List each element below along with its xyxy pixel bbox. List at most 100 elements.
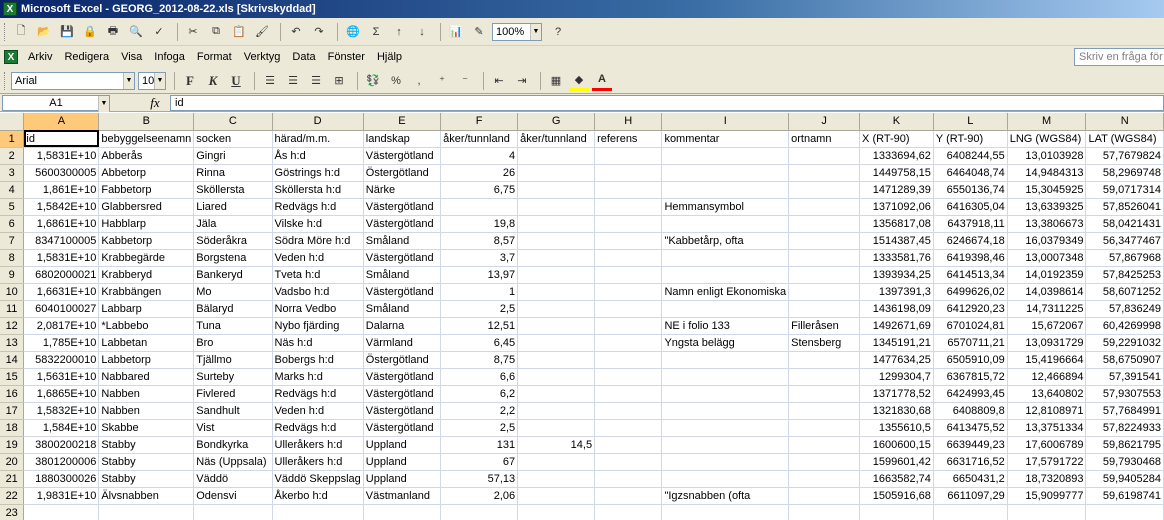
cell-m3[interactable]: 14,9484313 [1007, 164, 1087, 182]
cell-k4[interactable]: 1471289,39 [859, 181, 934, 199]
new-file-icon[interactable]: 🗋 [11, 22, 31, 42]
cell-j8[interactable] [788, 249, 861, 267]
cell-d19[interactable]: Ulleråkers h:d [272, 436, 364, 454]
cell-n8[interactable]: 57,867968 [1085, 249, 1164, 267]
cell-a22[interactable]: 1,9831E+10 [23, 487, 100, 505]
cell-a1[interactable]: id [23, 130, 100, 148]
cell-l7[interactable]: 6246674,18 [933, 232, 1008, 250]
cell-f6[interactable]: 19,8 [440, 215, 519, 233]
row-header[interactable]: 3 [0, 164, 25, 182]
cell-f2[interactable]: 4 [440, 147, 519, 165]
cell-g22[interactable] [517, 487, 596, 505]
cell-g19[interactable]: 14,5 [517, 436, 596, 454]
cell-i15[interactable] [661, 368, 790, 386]
cell-g12[interactable] [517, 317, 596, 335]
cell-l19[interactable]: 6639449,23 [933, 436, 1008, 454]
cell-g9[interactable] [517, 266, 596, 284]
cell-m7[interactable]: 16,0379349 [1007, 232, 1087, 250]
chevron-down-icon[interactable]: ▼ [530, 23, 541, 40]
cell-e19[interactable]: Uppland [363, 436, 442, 454]
drawing-icon[interactable]: ✎ [469, 22, 489, 42]
row-header[interactable]: 7 [0, 232, 25, 250]
cell-c21[interactable]: Väddö [193, 470, 273, 488]
cell-g8[interactable] [517, 249, 596, 267]
cell-j7[interactable] [788, 232, 861, 250]
cell-i13[interactable]: Yngsta belägg [661, 334, 790, 352]
cell-c2[interactable]: Gingri [193, 147, 273, 165]
cell-m16[interactable]: 13,640802 [1007, 385, 1087, 403]
cell-m4[interactable]: 15,3045925 [1007, 181, 1087, 199]
cell-h19[interactable] [594, 436, 663, 454]
fill-color-icon[interactable]: ◆ [569, 71, 589, 91]
cell-k1[interactable]: X (RT-90) [859, 130, 934, 148]
row-header[interactable]: 15 [0, 368, 25, 386]
select-all-corner[interactable] [0, 113, 25, 131]
cell-i12[interactable]: NE i folio 133 [661, 317, 790, 335]
cell-l5[interactable]: 6416305,04 [933, 198, 1008, 216]
cell-f22[interactable]: 2,06 [440, 487, 519, 505]
menu-verktyg[interactable]: Verktyg [238, 47, 287, 67]
cell-b9[interactable]: Krabberyd [98, 266, 195, 284]
help-icon[interactable]: ? [548, 22, 568, 42]
cell-e7[interactable]: Småland [363, 232, 442, 250]
cell-j3[interactable] [788, 164, 861, 182]
cell-e13[interactable]: Värmland [363, 334, 442, 352]
cell-e22[interactable]: Västmanland [363, 487, 442, 505]
cell-c13[interactable]: Bro [193, 334, 273, 352]
formula-input[interactable]: id [170, 94, 1164, 111]
cell-e11[interactable]: Småland [363, 300, 442, 318]
cell-j20[interactable] [788, 453, 861, 471]
cell-d4[interactable]: Sköllersta h:d [272, 181, 364, 199]
cell-m10[interactable]: 14,0398614 [1007, 283, 1087, 301]
cell-d6[interactable]: Vilske h:d [272, 215, 364, 233]
menu-data[interactable]: Data [286, 47, 321, 67]
cell-b10[interactable]: Krabbängen [98, 283, 195, 301]
cell-k7[interactable]: 1514387,45 [859, 232, 934, 250]
cell-j15[interactable] [788, 368, 861, 386]
cell-k17[interactable]: 1321830,68 [859, 402, 934, 420]
cell-l16[interactable]: 6424993,45 [933, 385, 1008, 403]
cell-c8[interactable]: Borgstena [193, 249, 273, 267]
cell-g14[interactable] [517, 351, 596, 369]
cell-k12[interactable]: 1492671,69 [859, 317, 934, 335]
redo-icon[interactable]: ↷ [309, 22, 329, 42]
column-header-f[interactable]: F [440, 113, 519, 131]
cell-m13[interactable]: 13,0931729 [1007, 334, 1087, 352]
row-header[interactable]: 18 [0, 419, 25, 437]
cell-k18[interactable]: 1355610,5 [859, 419, 934, 437]
cell-a10[interactable]: 1,6631E+10 [23, 283, 100, 301]
column-header-l[interactable]: L [933, 113, 1008, 131]
cell-m11[interactable]: 14,7311225 [1007, 300, 1087, 318]
row-header[interactable]: 2 [0, 147, 25, 165]
cell-a4[interactable]: 1,861E+10 [23, 181, 100, 199]
cell-a2[interactable]: 1,5831E+10 [23, 147, 100, 165]
cell-b3[interactable]: Abbetorp [98, 164, 195, 182]
cell-n2[interactable]: 57,7679824 [1085, 147, 1164, 165]
cell-h8[interactable] [594, 249, 663, 267]
row-header[interactable]: 8 [0, 249, 25, 267]
cell-k13[interactable]: 1345191,21 [859, 334, 934, 352]
column-header-e[interactable]: E [363, 113, 442, 131]
cell-h22[interactable] [594, 487, 663, 505]
cell-h18[interactable] [594, 419, 663, 437]
cell-b16[interactable]: Nabben [98, 385, 195, 403]
cell-e15[interactable]: Västergötland [363, 368, 442, 386]
cell-e23[interactable] [363, 504, 442, 520]
cell-d5[interactable]: Redvägs h:d [272, 198, 364, 216]
cell-i6[interactable] [661, 215, 790, 233]
cell-j21[interactable] [788, 470, 861, 488]
row-header[interactable]: 14 [0, 351, 25, 369]
zoom-select[interactable]: 100% ▼ [492, 22, 542, 41]
cell-e14[interactable]: Östergötland [363, 351, 442, 369]
cell-g15[interactable] [517, 368, 596, 386]
cell-a20[interactable]: 3801200006 [23, 453, 100, 471]
cell-m5[interactable]: 13,6339325 [1007, 198, 1087, 216]
cell-d8[interactable]: Veden h:d [272, 249, 364, 267]
cell-j10[interactable] [788, 283, 861, 301]
row-header[interactable]: 23 [0, 504, 25, 520]
menu-visa[interactable]: Visa [115, 47, 148, 67]
cell-a15[interactable]: 1,5631E+10 [23, 368, 100, 386]
menu-hjalp[interactable]: Hjälp [371, 47, 408, 67]
cell-e8[interactable]: Västergötland [363, 249, 442, 267]
cell-g23[interactable] [517, 504, 596, 520]
